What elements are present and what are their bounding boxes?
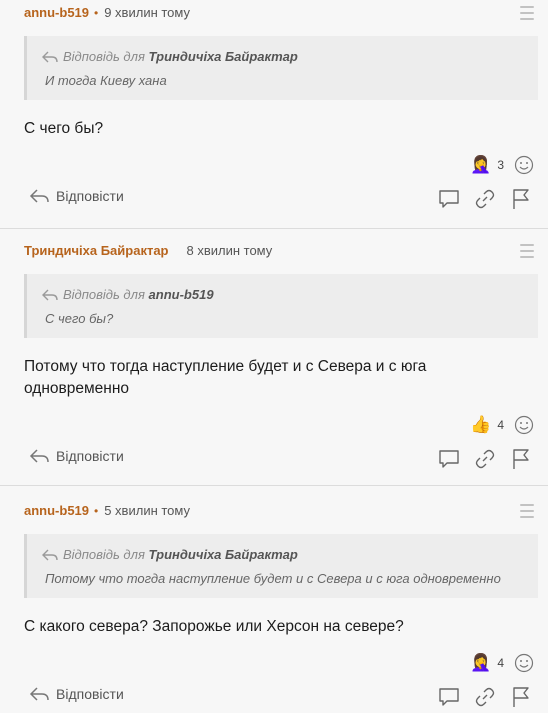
reply-quote-text: С чего бы? — [45, 311, 114, 326]
link-icon[interactable] — [474, 686, 496, 708]
reply-quote-header: Відповідь для annu-b519 — [41, 287, 214, 302]
comment: annu-b519 • 9 хвилин тому Відповідь для Тр… — [0, 0, 548, 228]
comment-text: С чего бы? — [24, 120, 104, 137]
more-menu-icon[interactable] — [520, 504, 534, 518]
reply-quote-author: Триндичіха Байрактар — [148, 49, 298, 64]
comment-actions: Відповісти — [0, 448, 548, 472]
reply-button-label: Відповісти — [56, 448, 124, 464]
reply-arrow-icon — [29, 687, 49, 701]
flag-icon[interactable] — [510, 188, 532, 210]
comment-author[interactable]: annu-b519 — [24, 5, 89, 20]
link-icon[interactable] — [474, 448, 496, 470]
reaction-count: 4 — [497, 656, 504, 670]
comment-bubble-icon[interactable] — [438, 686, 460, 708]
add-reaction-icon[interactable] — [514, 653, 534, 673]
flag-icon[interactable] — [510, 686, 532, 708]
more-menu-icon[interactable] — [520, 6, 534, 20]
reply-prefix: Відповідь для — [63, 287, 145, 302]
comment-text: С какого севера? Запорожье или Херсон на… — [24, 618, 404, 635]
reply-quote-text: И тогда Киеву хана — [45, 73, 167, 88]
comment-header: annu-b519 • 9 хвилин тому — [24, 5, 190, 20]
comment-bubble-icon[interactable] — [438, 448, 460, 470]
reply-quote-header: Відповідь для Триндичіха Байрактар — [41, 547, 298, 562]
reaction[interactable]: 🤦‍♀️ 4 — [470, 654, 504, 672]
reply-quote-text: Потому что тогда наступление будет и с С… — [45, 571, 501, 586]
reply-arrow-icon — [29, 449, 49, 463]
reaction[interactable]: 👍 4 — [470, 416, 504, 434]
add-reaction-icon[interactable] — [514, 415, 534, 435]
reply-quote-author: Триндичіха Байрактар — [148, 547, 298, 562]
comment-header: annu-b519 • 5 хвилин тому — [24, 503, 190, 518]
comment-bubble-icon[interactable] — [438, 188, 460, 210]
online-dot: • — [94, 504, 99, 518]
comment-author[interactable]: annu-b519 — [24, 503, 89, 518]
comment: annu-b519 • 5 хвилин тому Відповідь для Тр… — [0, 486, 548, 713]
more-menu-icon[interactable] — [520, 244, 534, 258]
reply-quote[interactable]: Відповідь для annu-b519 С чего бы? — [24, 274, 538, 338]
online-dot: • — [94, 6, 99, 20]
flag-icon[interactable] — [510, 448, 532, 470]
comment-header: Триндичіха Байрактар 8 хвилин тому — [24, 243, 272, 258]
reply-prefix: Відповідь для — [63, 49, 145, 64]
reply-quote[interactable]: Відповідь для Триндичіха Байрактар И тог… — [24, 36, 538, 100]
reply-button-label: Відповісти — [56, 188, 124, 204]
comment-text: Потому что тогда наступление будет и с С… — [24, 358, 427, 397]
reply-arrow-icon — [42, 289, 58, 301]
comment-time: 5 хвилин тому — [104, 503, 190, 518]
comment: Триндичіха Байрактар 8 хвилин тому Відпов… — [0, 229, 548, 485]
comment-author[interactable]: Триндичіха Байрактар — [24, 243, 169, 258]
person-facepalm-icon: 🤦‍♀️ — [470, 653, 492, 672]
reply-quote-header: Відповідь для Триндичіха Байрактар — [41, 49, 298, 64]
reply-button-label: Відповісти — [56, 686, 124, 702]
reply-quote-author: annu-b519 — [148, 287, 214, 302]
reaction-count: 4 — [497, 418, 504, 432]
reply-quote[interactable]: Відповідь для Триндичіха Байрактар Потом… — [24, 534, 538, 598]
thumbs-up-icon: 👍 — [470, 415, 492, 434]
reaction-count: 3 — [497, 158, 504, 172]
add-reaction-icon[interactable] — [514, 155, 534, 175]
comment-time: 8 хвилин тому — [186, 243, 273, 258]
reply-arrow-icon — [42, 51, 58, 63]
reply-button[interactable]: Відповісти — [28, 448, 124, 464]
reply-arrow-icon — [42, 549, 58, 561]
person-facepalm-icon: 🤦‍♀️ — [470, 155, 492, 174]
comment-time: 9 хвилин тому — [104, 5, 190, 20]
reply-prefix: Відповідь для — [63, 547, 145, 562]
reply-button[interactable]: Відповісти — [28, 686, 124, 702]
reply-arrow-icon — [29, 189, 49, 203]
comment-actions: Відповісти — [0, 188, 548, 212]
reply-button[interactable]: Відповісти — [28, 188, 124, 204]
reaction[interactable]: 🤦‍♀️ 3 — [470, 156, 504, 174]
link-icon[interactable] — [474, 188, 496, 210]
comment-actions: Відповісти — [0, 686, 548, 710]
